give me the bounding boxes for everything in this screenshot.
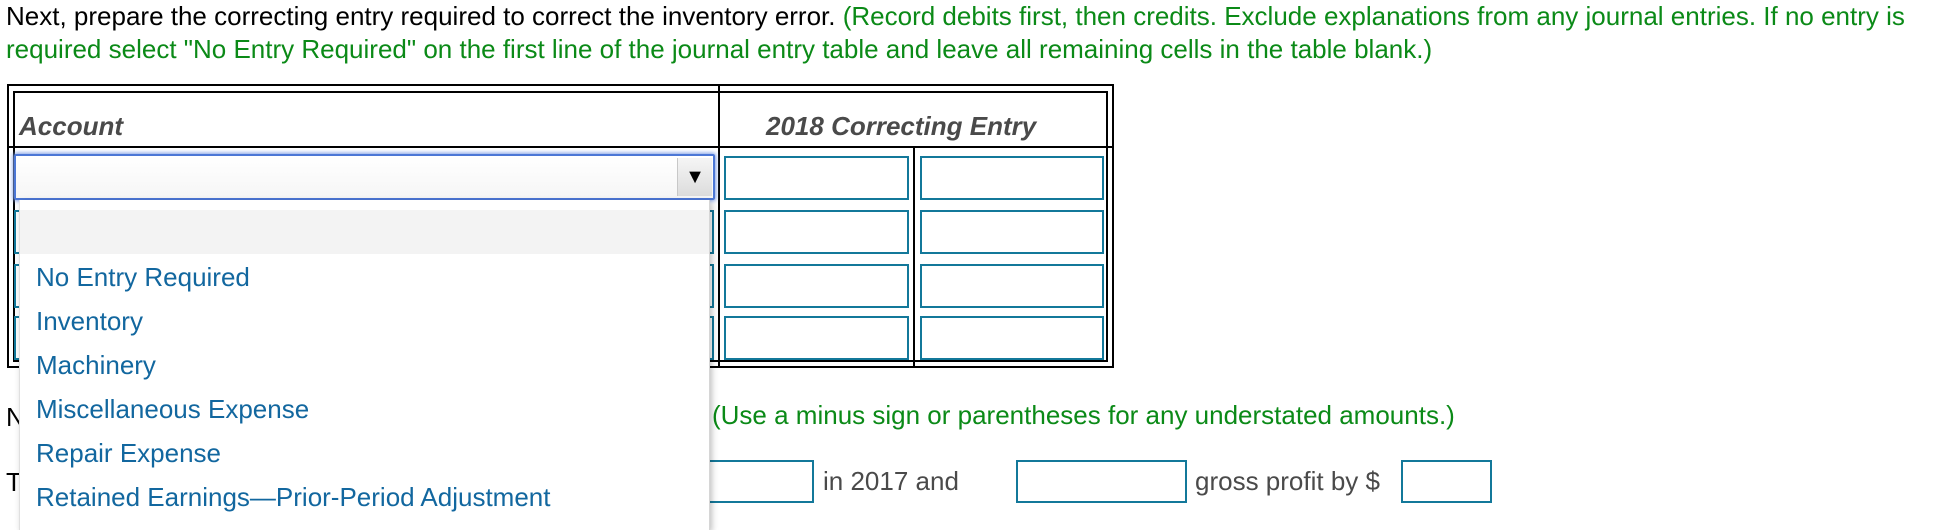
debit-input-row-4[interactable]	[724, 316, 909, 360]
dropdown-option-no-entry-required[interactable]: No Entry Required	[20, 255, 709, 299]
correcting-entry-column-header: 2018 Correcting Entry	[766, 111, 1037, 141]
dropdown-arrow-icon[interactable]: ▼	[677, 158, 712, 196]
credit-input-row-3[interactable]	[920, 264, 1104, 308]
header-divider	[7, 146, 1114, 148]
account-column-divider	[718, 84, 720, 368]
credit-input-row-4[interactable]	[920, 316, 1104, 360]
gross-profit-by-label: gross profit by $	[1195, 466, 1380, 496]
debit-input-row-3[interactable]	[724, 264, 909, 308]
instruction-lead: Next, prepare the correcting entry requi…	[6, 1, 836, 31]
account-dropdown-list: No Entry Required Inventory Machinery Mi…	[19, 200, 710, 530]
debit-credit-divider	[913, 147, 915, 368]
dropdown-option-inventory[interactable]: Inventory	[20, 299, 709, 343]
gross-profit-amount-input[interactable]	[1401, 460, 1492, 503]
understated-amounts-note: (Use a minus sign or parentheses for any…	[712, 400, 1455, 430]
dropdown-option-blank[interactable]	[20, 210, 709, 254]
instructions: Next, prepare the correcting entry requi…	[6, 0, 1956, 66]
dropdown-option-miscellaneous-expense[interactable]: Miscellaneous Expense	[20, 387, 709, 431]
account-column-header: Account	[19, 111, 123, 141]
credit-input-row-1[interactable]	[920, 156, 1104, 200]
credit-input-row-2[interactable]	[920, 210, 1104, 254]
in-2017-and-label: in 2017 and	[823, 466, 959, 496]
debit-input-row-2[interactable]	[724, 210, 909, 254]
dropdown-option-repair-expense[interactable]: Repair Expense	[20, 431, 709, 475]
debit-input-row-1[interactable]	[724, 156, 909, 200]
amount-input-1[interactable]	[700, 460, 814, 503]
dropdown-option-retained-earnings[interactable]: Retained Earnings—Prior-Period Adjustmen…	[20, 475, 709, 519]
account-select-row-1[interactable]: ▼	[14, 154, 715, 200]
chevron-down-icon: ▼	[685, 165, 705, 188]
amount-input-2[interactable]	[1016, 460, 1187, 503]
dropdown-option-machinery[interactable]: Machinery	[20, 343, 709, 387]
